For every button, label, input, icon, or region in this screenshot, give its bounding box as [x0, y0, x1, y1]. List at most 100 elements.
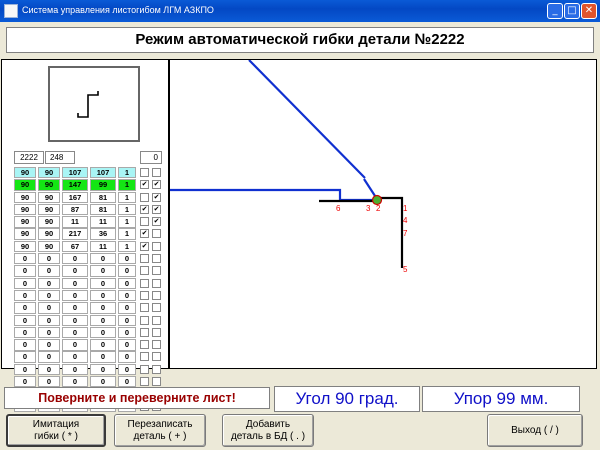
- step-checkbox-k2[interactable]: [152, 303, 161, 313]
- step-cell-b: 0: [38, 289, 60, 302]
- step-checkbox-k1[interactable]: [140, 377, 149, 387]
- step-cell-c: 67: [62, 240, 88, 253]
- sheet-blue-profile: [170, 188, 377, 202]
- step-cell-a: 90: [14, 240, 36, 253]
- step-checkbox-k2[interactable]: [152, 278, 161, 288]
- step-cell-e: 1: [118, 228, 136, 240]
- rewrite-part-button[interactable]: Перезаписать деталь ( + ): [114, 414, 206, 447]
- bend-step-row[interactable]: 00000: [14, 277, 166, 290]
- step-cell-c: 0: [62, 289, 88, 302]
- bend-step-row[interactable]: 90 90 11 11 1 ✔: [14, 216, 166, 228]
- step-cell-a: 90: [14, 179, 36, 191]
- maximize-button[interactable]: □: [564, 3, 580, 19]
- bend-step-row[interactable]: 90 90 67 11 1 ✔: [14, 240, 166, 253]
- step-checkbox-k2[interactable]: [152, 364, 161, 374]
- step-cell-e: 0: [118, 302, 136, 314]
- step-checkbox-k1[interactable]: ✔: [140, 241, 149, 251]
- step-cell-c: 0: [62, 326, 88, 339]
- step-cell-c: 107: [62, 167, 88, 179]
- step-checkbox-k2[interactable]: ✔: [152, 180, 161, 190]
- step-cell-b: 0: [38, 376, 60, 388]
- bend-step-row[interactable]: 00000: [14, 302, 166, 314]
- bend-step-row[interactable]: 00000: [14, 363, 166, 376]
- step-checkbox-k1[interactable]: [140, 278, 149, 288]
- step-checkbox-k1[interactable]: [140, 290, 149, 300]
- sheet-blue-diagonal: [248, 60, 366, 179]
- step-cell-a: 90: [14, 191, 36, 203]
- step-checkbox-k1[interactable]: [140, 192, 149, 202]
- step-checkbox-k1[interactable]: [140, 254, 149, 264]
- step-checkbox-k2[interactable]: ✔: [152, 192, 161, 202]
- step-checkbox-k2[interactable]: [152, 266, 161, 276]
- exit-button[interactable]: Выход ( / ): [487, 414, 583, 447]
- bend-step-row[interactable]: 00000: [14, 351, 166, 363]
- diagram-label: 6: [336, 204, 341, 213]
- step-checkbox-k1[interactable]: [140, 340, 149, 350]
- bend-step-row[interactable]: 00000: [14, 265, 166, 277]
- step-cell-a: 90: [14, 203, 36, 216]
- step-cell-a: 0: [14, 351, 36, 363]
- angle-readout: Угол 90 град.: [274, 386, 420, 412]
- step-cell-d: 0: [90, 339, 116, 351]
- step-cell-e: 0: [118, 339, 136, 351]
- close-button[interactable]: ✕: [581, 3, 597, 19]
- bend-step-row[interactable]: 00000: [14, 253, 166, 265]
- step-checkbox-k1[interactable]: ✔: [140, 229, 149, 239]
- step-cell-e: 0: [118, 351, 136, 363]
- step-checkbox-k1[interactable]: [140, 352, 149, 362]
- bend-step-row[interactable]: 90 90 167 81 1 ✔: [14, 191, 166, 204]
- bend-step-row[interactable]: 00000: [14, 339, 166, 351]
- step-checkbox-k2[interactable]: ✔: [152, 204, 161, 214]
- diagram-label: 3: [366, 204, 371, 213]
- step-cell-a: 0: [14, 253, 36, 265]
- step-cell-b: 0: [38, 326, 60, 339]
- bend-step-row[interactable]: 00000: [14, 326, 166, 339]
- step-checkbox-k1[interactable]: [140, 327, 149, 337]
- bend-step-row[interactable]: 90 90 107 107 1: [14, 167, 166, 179]
- step-checkbox-k1[interactable]: [140, 217, 149, 227]
- exit-label: Выход ( / ): [511, 424, 559, 436]
- step-checkbox-k2[interactable]: [152, 377, 161, 387]
- bend-step-row[interactable]: 00000: [14, 289, 166, 302]
- minimize-button[interactable]: _: [547, 3, 563, 19]
- step-checkbox-k1[interactable]: [140, 303, 149, 313]
- step-cell-d: 36: [90, 228, 116, 240]
- step-checkbox-k1[interactable]: [140, 315, 149, 325]
- step-checkbox-k2[interactable]: ✔: [152, 217, 161, 227]
- step-cell-e: 0: [118, 363, 136, 376]
- step-checkbox-k2[interactable]: [152, 352, 161, 362]
- step-checkbox-k1[interactable]: ✔: [140, 204, 149, 214]
- step-cell-e: 0: [118, 265, 136, 277]
- step-cell-a: 0: [14, 265, 36, 277]
- step-cell-a: 90: [14, 216, 36, 228]
- step-checkbox-k2[interactable]: [152, 241, 161, 251]
- step-checkbox-k2[interactable]: [152, 254, 161, 264]
- bend-diagram: 6 3 2 1 4 7 5: [169, 59, 597, 369]
- step-checkbox-k2[interactable]: [152, 315, 161, 325]
- add-part-to-db-button[interactable]: Добавить деталь в БД ( . ): [222, 414, 314, 447]
- step-checkbox-k1[interactable]: [140, 266, 149, 276]
- bend-step-row[interactable]: 90 90 87 81 1 ✔ ✔: [14, 203, 166, 216]
- step-checkbox-k2[interactable]: [152, 327, 161, 337]
- step-checkbox-k1[interactable]: ✔: [140, 180, 149, 190]
- step-checkbox-k1[interactable]: [140, 364, 149, 374]
- step-checkbox-k2[interactable]: [152, 290, 161, 300]
- step-cell-e: 1: [118, 240, 136, 253]
- step-cell-b: 0: [38, 339, 60, 351]
- step-cell-d: 107: [90, 167, 116, 179]
- step-checkbox-k2[interactable]: [152, 168, 161, 177]
- step-checkbox-k2[interactable]: [152, 340, 161, 350]
- step-cell-e: 0: [118, 277, 136, 290]
- bend-step-row[interactable]: 90 90 217 36 1 ✔: [14, 228, 166, 240]
- step-cell-c: 11: [62, 216, 88, 228]
- step-checkbox-k2[interactable]: [152, 229, 161, 239]
- bend-step-row[interactable]: 00000: [14, 314, 166, 327]
- step-cell-d: 0: [90, 289, 116, 302]
- step-cell-d: 0: [90, 314, 116, 326]
- diagram-label: 5: [403, 265, 408, 274]
- step-checkbox-k1[interactable]: [140, 168, 149, 177]
- rewrite-part-label-1: Перезаписать: [127, 418, 193, 430]
- simulate-bend-button[interactable]: Имитация гибки ( * ): [6, 414, 106, 447]
- step-cell-e: 1: [118, 191, 136, 203]
- bend-step-row[interactable]: 90 90 147 99 1 ✔ ✔: [14, 179, 166, 191]
